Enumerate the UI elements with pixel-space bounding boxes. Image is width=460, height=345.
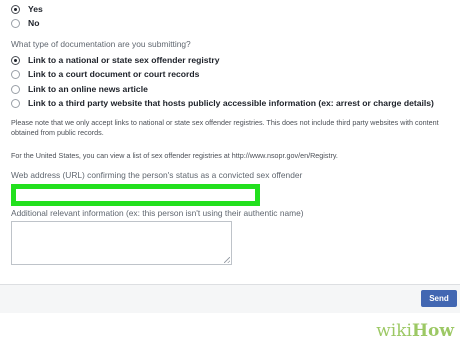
radio-option-third-party[interactable]: Link to a third party website that hosts… <box>11 96 434 110</box>
resize-grip-icon[interactable] <box>224 257 230 263</box>
radio-label-registry: Link to a national or state sex offender… <box>28 55 220 65</box>
radio-label-news: Link to an online news article <box>28 84 148 94</box>
url-field-label: Web address (URL) confirming the person'… <box>11 170 303 180</box>
radio-button-icon[interactable] <box>11 18 20 28</box>
radio-label-yes: Yes <box>28 4 43 14</box>
additional-info-label: Additional relevant information (ex: thi… <box>11 208 304 218</box>
radio-button-icon[interactable] <box>11 69 20 79</box>
watermark-how: How <box>411 321 454 341</box>
radio-button-selected-icon[interactable] <box>11 55 20 65</box>
documentation-question: What type of documentation are you submi… <box>11 39 191 49</box>
radio-option-registry[interactable]: Link to a national or state sex offender… <box>11 53 220 67</box>
radio-button-icon[interactable] <box>11 84 20 94</box>
registry-note: Please note that we only accept links to… <box>11 118 439 137</box>
watermark-wiki: wiki <box>376 321 412 341</box>
radio-option-no[interactable]: No <box>11 16 39 30</box>
report-form: Yes No What type of documentation are yo… <box>0 0 460 345</box>
us-registry-note: For the United States, you can view a li… <box>11 151 338 160</box>
url-input[interactable] <box>11 184 260 206</box>
radio-label-third-party: Link to a third party website that hosts… <box>28 98 434 108</box>
radio-option-yes[interactable]: Yes <box>11 2 43 16</box>
radio-option-news[interactable]: Link to an online news article <box>11 82 148 96</box>
radio-label-court: Link to a court document or court record… <box>28 69 200 79</box>
radio-option-court[interactable]: Link to a court document or court record… <box>11 67 199 81</box>
wikihow-watermark: wiki How <box>376 321 454 341</box>
radio-label-no: No <box>28 18 40 28</box>
radio-button-icon[interactable] <box>11 98 20 108</box>
form-footer <box>0 284 460 313</box>
radio-button-selected-icon[interactable] <box>11 4 20 14</box>
send-button[interactable]: Send <box>421 290 457 307</box>
additional-info-textarea[interactable] <box>11 221 232 265</box>
